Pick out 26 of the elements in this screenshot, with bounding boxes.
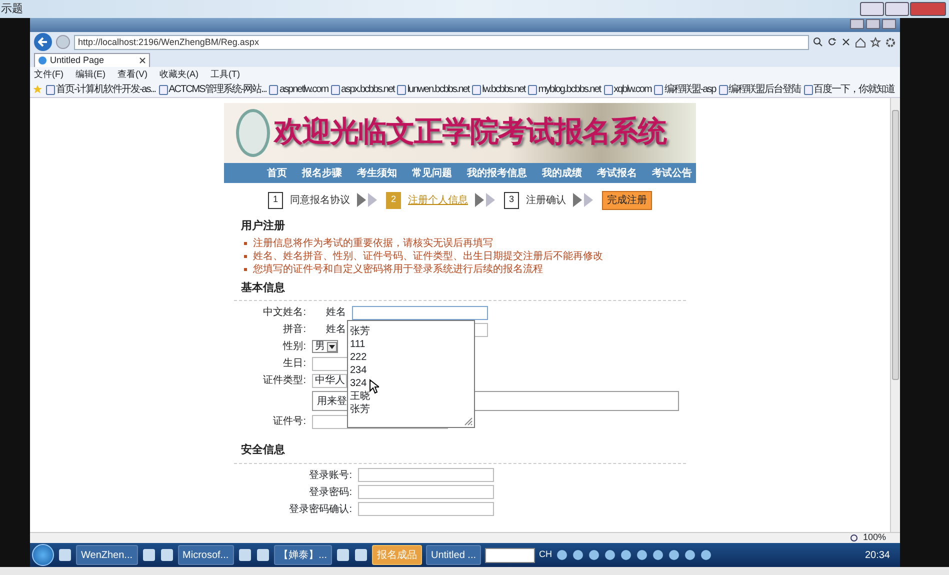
field-hint: 姓名 [326,306,346,320]
field-label: 登录密码: [308,486,352,500]
field-label: 生日: [282,356,306,371]
banner-title: 欢迎光临文正学院考试报名系统 [274,114,666,150]
field-hint: 姓名 [326,323,346,337]
step-number: 1 [268,192,283,208]
field-label: 性别: [282,340,306,354]
section-heading: 基本信息 [241,280,286,296]
notice-text: 您填写的证件号和自定义密码将用于登录系统进行后续的报名流程 [253,262,543,276]
clock-time: 20:34 [864,548,891,562]
field-label: 证件号: [272,415,306,429]
notice-text: 注册信息将作为考试的重要依据，请核实无误后再填写 [253,236,493,250]
window-title-text: 示题 [0,2,23,17]
field-label: 登录账号: [308,468,352,482]
step-number: 2 [386,192,401,208]
field-label: 证件类型: [262,374,306,388]
step-label: 注册个人信息 [408,194,468,208]
step-number: 3 [504,192,519,208]
field-label: 拼音: [282,322,306,337]
step-label: 同意报名协议 [290,194,350,208]
field-label: 中文姓名: [262,306,306,320]
field-label: 登录密码确认: [288,502,352,516]
step-label: 注册确认 [526,194,566,208]
section-heading: 用户注册 [241,218,286,234]
section-heading: 安全信息 [241,442,286,458]
notice-text: 姓名、姓名拼音、性别、证件号码、证件类型、出生日期提交注册后不能再修改 [253,250,603,264]
